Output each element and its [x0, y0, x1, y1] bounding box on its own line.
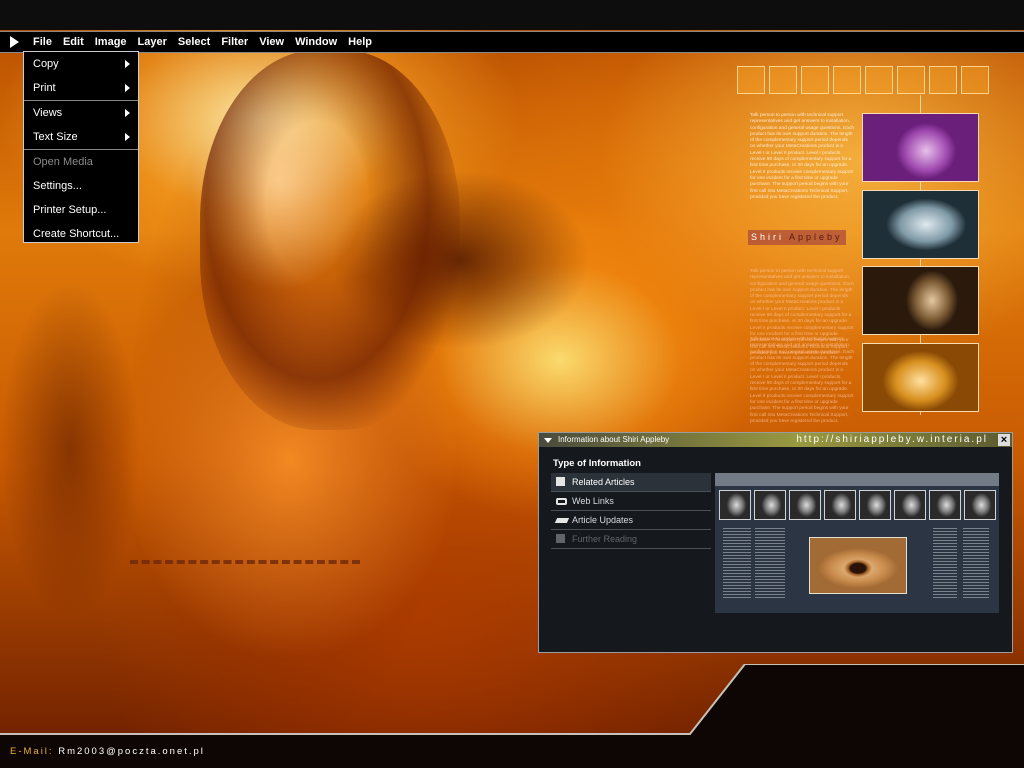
nav-label: Further Reading [572, 534, 638, 544]
thumbnail-button[interactable] [865, 66, 893, 94]
nav-further-reading: Further Reading [551, 530, 711, 549]
menu-item-copy[interactable]: Copy [24, 52, 138, 76]
decorative-dashed-line [130, 560, 360, 564]
menu-image[interactable]: Image [95, 36, 127, 48]
photo-sepia[interactable] [862, 266, 979, 335]
menu-item-views[interactable]: Views [24, 101, 138, 125]
menu-item-label: Settings... [33, 180, 82, 192]
menu-item-label: Print [33, 82, 56, 94]
menu-layer[interactable]: Layer [138, 36, 167, 48]
document-icon [556, 534, 565, 543]
menu-item-label: Views [33, 107, 63, 119]
photo-purple[interactable] [862, 113, 979, 182]
preview-thumbnail[interactable] [754, 490, 786, 520]
submenu-arrow-icon [125, 60, 130, 68]
menu-select[interactable]: Select [178, 36, 210, 48]
menu-item-label: Text Size [33, 131, 78, 143]
panel-title-bar: Information about Shiri Appleby http://s… [539, 433, 1012, 447]
nav-article-updates[interactable]: Article Updates [551, 511, 711, 530]
menu-edit[interactable]: Edit [63, 36, 84, 48]
menu-item-text-size[interactable]: Text Size [24, 125, 138, 149]
menu-item-open-media: Open Media [24, 150, 138, 174]
thumbnail-button[interactable] [737, 66, 765, 94]
link-icon [556, 498, 567, 505]
article-preview [715, 473, 999, 613]
menu-item-printer-setup[interactable]: Printer Setup... [24, 198, 138, 222]
menu-window[interactable]: Window [295, 36, 337, 48]
file-dropdown-menu: Copy Print Views Text Size Open Media Se… [23, 51, 139, 243]
menu-item-label: Copy [33, 58, 59, 70]
menu-view[interactable]: View [259, 36, 284, 48]
bio-text: Talk person to person with technical sup… [750, 113, 855, 200]
bio-text: Talk person to person with technical sup… [750, 337, 855, 424]
menu-file[interactable]: File [33, 36, 52, 48]
preview-text-column [723, 528, 751, 598]
menu-item-label: Open Media [33, 156, 93, 168]
email-label: E-Mail: [10, 746, 54, 757]
menu-item-label: Create Shortcut... [33, 228, 120, 240]
menu-item-create-shortcut[interactable]: Create Shortcut... [24, 222, 138, 246]
nav-related-articles[interactable]: Related Articles [551, 473, 711, 492]
close-icon[interactable]: × [998, 434, 1010, 446]
contact-email: E-Mail: Rm2003@poczta.onet.pl [10, 746, 205, 757]
play-icon[interactable] [10, 36, 19, 48]
info-panel: Information about Shiri Appleby http://s… [538, 432, 1013, 653]
nav-label: Related Articles [572, 477, 635, 487]
preview-thumbnail[interactable] [859, 490, 891, 520]
preview-thumbnail[interactable] [964, 490, 996, 520]
photo-blue[interactable] [862, 190, 979, 259]
menu-item-settings[interactable]: Settings... [24, 174, 138, 198]
nav-web-links[interactable]: Web Links [551, 492, 711, 511]
first-name: Shiri [751, 232, 785, 242]
thumbnail-button[interactable] [929, 66, 957, 94]
thumbnail-button[interactable] [961, 66, 989, 94]
panel-title: Information about Shiri Appleby [558, 435, 670, 444]
site-url-link[interactable]: http://shiriappleby.w.interia.pl [796, 433, 988, 447]
top-strip [0, 0, 1024, 30]
preview-text-column [755, 528, 785, 598]
submenu-arrow-icon [125, 109, 130, 117]
preview-thumbnail-row [719, 490, 996, 520]
thumbnail-button[interactable] [833, 66, 861, 94]
thumbnail-button[interactable] [769, 66, 797, 94]
menu-filter[interactable]: Filter [221, 36, 248, 48]
preview-thumbnail[interactable] [824, 490, 856, 520]
name-label: Shiri Appleby [748, 230, 846, 245]
photo-orange[interactable] [862, 343, 979, 412]
nav-label: Article Updates [572, 515, 634, 525]
preview-thumbnail[interactable] [789, 490, 821, 520]
eye-image [809, 537, 907, 594]
email-address-link[interactable]: Rm2003@poczta.onet.pl [58, 746, 205, 757]
thumbnail-strip [737, 66, 989, 94]
preview-thumbnail[interactable] [719, 490, 751, 520]
collapse-arrow-icon[interactable] [544, 438, 552, 443]
submenu-arrow-icon [125, 84, 130, 92]
info-type-list: Related Articles Web Links Article Updat… [551, 473, 711, 549]
last-name: Appleby [789, 232, 843, 242]
preview-text-column [933, 528, 957, 598]
nav-label: Web Links [572, 496, 614, 506]
section-title: Type of Information [553, 458, 641, 469]
menu-item-print[interactable]: Print [24, 76, 138, 100]
portrait-hair [200, 50, 460, 430]
thumbnail-button[interactable] [897, 66, 925, 94]
menu-bar: File Edit Image Layer Select Filter View… [0, 31, 1024, 53]
preview-text-column [963, 528, 989, 598]
document-icon [556, 477, 565, 486]
preview-header-bar [715, 473, 999, 486]
thumbnail-button[interactable] [801, 66, 829, 94]
menu-item-label: Printer Setup... [33, 204, 107, 216]
menu-help[interactable]: Help [348, 36, 372, 48]
submenu-arrow-icon [125, 133, 130, 141]
eraser-icon [554, 518, 570, 523]
preview-thumbnail[interactable] [894, 490, 926, 520]
preview-thumbnail[interactable] [929, 490, 961, 520]
